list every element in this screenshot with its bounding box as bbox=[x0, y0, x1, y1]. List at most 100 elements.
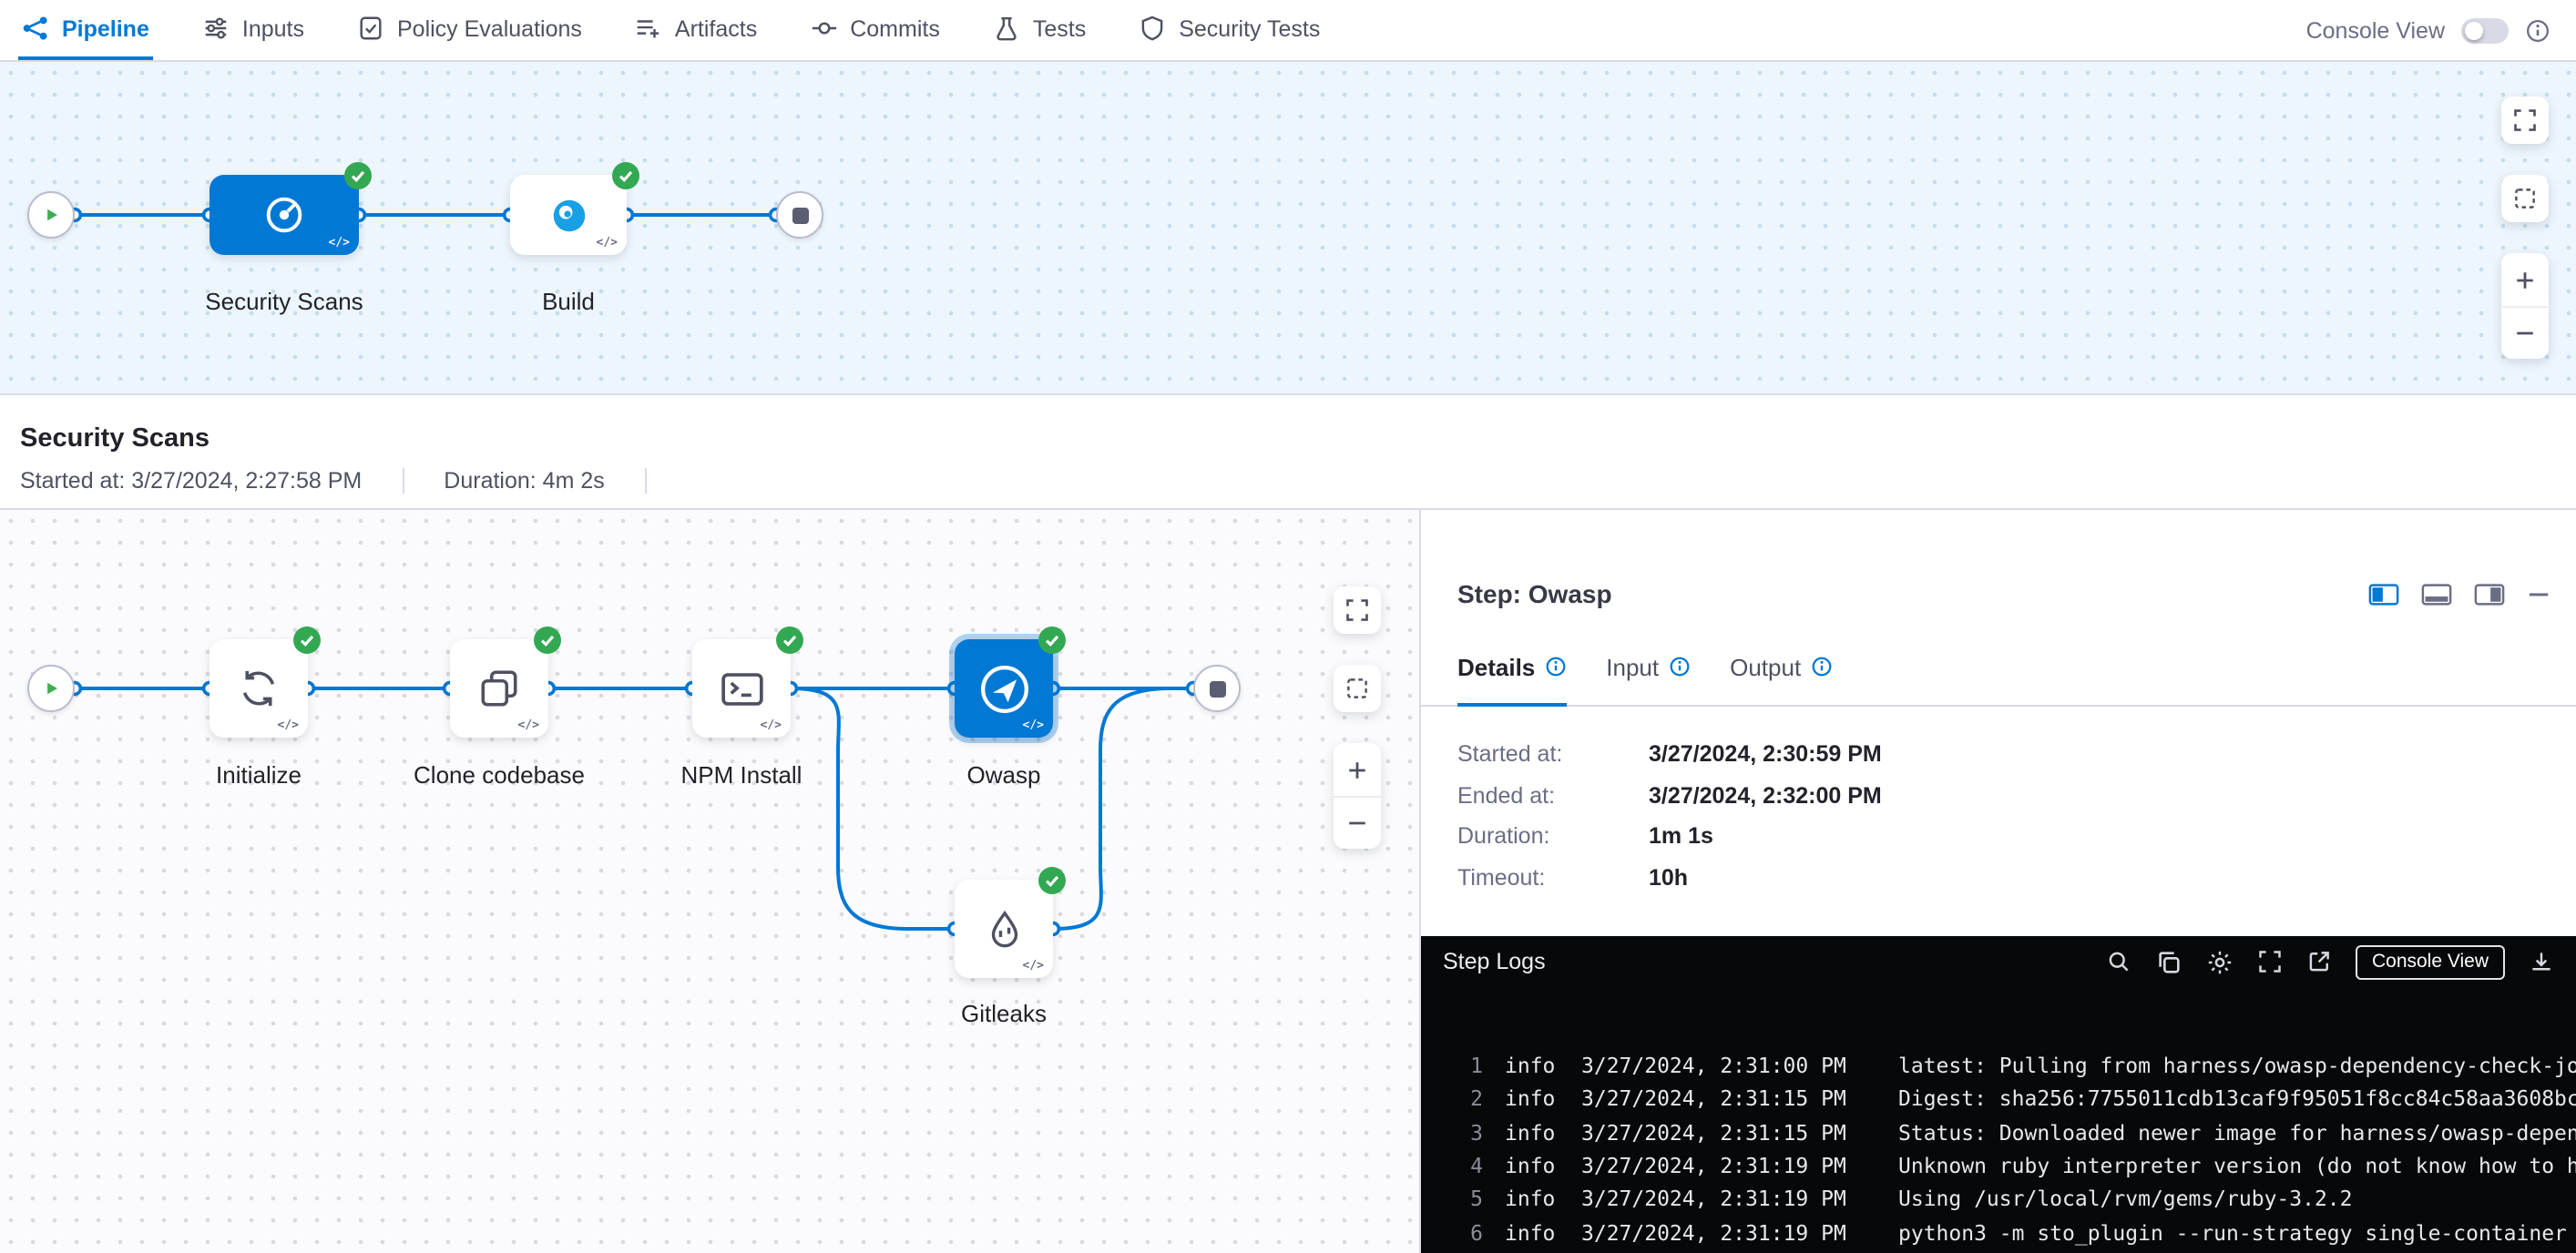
zoom-out-button[interactable] bbox=[2501, 306, 2549, 359]
log-timestamp: 3/27/2024, 2:31:19 PM bbox=[1581, 1153, 1855, 1178]
tab-details[interactable]: Details bbox=[1457, 630, 1566, 707]
external-link-icon[interactable] bbox=[2306, 949, 2332, 974]
info-icon[interactable] bbox=[2525, 17, 2550, 43]
log-line: 5 info 3/27/2024, 2:31:19 PM Using /usr/… bbox=[1421, 1182, 2576, 1216]
stop-icon bbox=[1209, 680, 1225, 697]
step-label-npm-install[interactable]: NPM Install bbox=[623, 761, 860, 789]
success-badge bbox=[534, 626, 561, 654]
step-label-initialize[interactable]: Initialize bbox=[140, 761, 377, 789]
artifacts-list-icon bbox=[635, 15, 662, 42]
field-label: Timeout: bbox=[1457, 864, 1649, 890]
tab-tests-label: Tests bbox=[1033, 15, 1086, 41]
success-badge bbox=[1038, 626, 1066, 654]
step-node-initialize[interactable]: </> bbox=[210, 639, 308, 738]
template-code-glyph: </> bbox=[597, 235, 618, 250]
step-logs-title: Step Logs bbox=[1443, 949, 1546, 974]
tab-commits[interactable]: Commits bbox=[806, 0, 944, 60]
minimize-panel-icon[interactable] bbox=[2527, 582, 2550, 606]
search-icon[interactable] bbox=[2106, 949, 2131, 974]
console-view-button[interactable]: Console View bbox=[2356, 944, 2505, 979]
step-label-gitleaks[interactable]: Gitleaks bbox=[885, 1000, 1122, 1027]
step-node-owasp[interactable]: </> bbox=[955, 639, 1053, 738]
stage-label-security-scans[interactable]: Security Scans bbox=[157, 288, 412, 315]
play-icon bbox=[38, 676, 64, 701]
step-panel-title: Step: Owasp bbox=[1457, 579, 1612, 608]
tab-output[interactable]: Output bbox=[1730, 630, 1832, 707]
stage-start-node[interactable] bbox=[27, 191, 75, 239]
step-node-gitleaks[interactable]: </> bbox=[955, 880, 1053, 978]
initialize-sync-icon bbox=[235, 665, 282, 712]
zoom-in-button[interactable] bbox=[1334, 743, 1381, 796]
step-selection-button[interactable] bbox=[1334, 665, 1381, 712]
step-details-panel: Step: Owasp Details bbox=[1421, 510, 2576, 1253]
terminal-icon bbox=[717, 664, 766, 713]
toggle-knob bbox=[2465, 21, 2483, 39]
stage-end-node[interactable] bbox=[776, 191, 823, 239]
stage-node-build[interactable]: </> bbox=[510, 175, 627, 255]
step-detail-tabs: Details Input Output bbox=[1421, 630, 2576, 707]
layout-left-panel-icon[interactable] bbox=[2368, 582, 2399, 606]
info-icon bbox=[1810, 656, 1832, 677]
fullscreen-icon[interactable] bbox=[2257, 949, 2283, 974]
tab-commits-label: Commits bbox=[850, 15, 940, 41]
tab-artifacts[interactable]: Artifacts bbox=[631, 0, 761, 60]
tab-tests[interactable]: Tests bbox=[989, 0, 1089, 60]
success-badge bbox=[293, 626, 321, 654]
step-start-node[interactable] bbox=[27, 665, 75, 712]
log-timestamp: 3/27/2024, 2:31:19 PM bbox=[1581, 1219, 1855, 1245]
tab-pipeline[interactable]: Pipeline bbox=[18, 0, 153, 60]
stage-node-security-scans[interactable]: </> bbox=[210, 175, 359, 255]
stage-connectors bbox=[0, 62, 2576, 393]
step-panel-header: Step: Owasp bbox=[1421, 557, 2576, 630]
field-row: Timeout: 10h bbox=[1457, 864, 2540, 890]
tab-security-tests-label: Security Tests bbox=[1179, 15, 1320, 41]
step-label-owasp[interactable]: Owasp bbox=[885, 761, 1122, 789]
stage-label-build[interactable]: Build bbox=[441, 288, 696, 315]
step-label-clone-codebase[interactable]: Clone codebase bbox=[381, 761, 618, 789]
log-line: 6 info 3/27/2024, 2:31:19 PM python3 -m … bbox=[1421, 1216, 2576, 1249]
tab-inputs[interactable]: Inputs bbox=[199, 0, 308, 60]
field-row: Duration: 1m 1s bbox=[1457, 823, 2540, 849]
field-value: 10h bbox=[1649, 864, 1688, 890]
zoom-out-button[interactable] bbox=[1334, 796, 1381, 849]
tab-details-label: Details bbox=[1457, 653, 1535, 680]
gear-icon[interactable] bbox=[2206, 948, 2234, 975]
layout-bottom-panel-icon[interactable] bbox=[2421, 582, 2452, 606]
log-message: Using /usr/local/rvm/gems/ruby-3.2.2 bbox=[1898, 1187, 2353, 1212]
console-view-label: Console View bbox=[2306, 17, 2445, 43]
stage-fullscreen-button[interactable] bbox=[2501, 97, 2549, 144]
field-value: 3/27/2024, 2:30:59 PM bbox=[1649, 741, 1882, 767]
download-icon[interactable] bbox=[2529, 949, 2554, 974]
stage-selection-button[interactable] bbox=[2501, 175, 2549, 222]
nav-tabs: Pipeline Inputs Policy Evaluations Artif… bbox=[18, 0, 1324, 60]
tab-policy-evaluations[interactable]: Policy Evaluations bbox=[353, 0, 586, 60]
step-logs-toolbar: Console View bbox=[2106, 944, 2554, 979]
step-fullscreen-button[interactable] bbox=[1334, 586, 1381, 634]
log-message: Unknown ruby interpreter version (do not… bbox=[1898, 1153, 2576, 1178]
success-badge bbox=[1038, 867, 1066, 894]
zoom-in-button[interactable] bbox=[2501, 253, 2549, 306]
policy-check-icon bbox=[357, 15, 384, 42]
success-badge bbox=[612, 162, 639, 189]
pipeline-execution-page: Pipeline Inputs Policy Evaluations Artif… bbox=[0, 0, 2576, 1253]
stage-zoom-controls bbox=[2501, 253, 2549, 359]
log-body: 1 info 3/27/2024, 2:31:00 PM latest: Pul… bbox=[1421, 987, 2576, 1249]
step-node-npm-install[interactable]: </> bbox=[692, 639, 791, 738]
step-node-clone-codebase[interactable]: </> bbox=[450, 639, 548, 738]
flask-icon bbox=[993, 15, 1020, 42]
tab-input[interactable]: Input bbox=[1606, 630, 1690, 707]
tab-security-tests[interactable]: Security Tests bbox=[1135, 0, 1324, 60]
log-level: info bbox=[1505, 1119, 1559, 1145]
field-row: Started at: 3/27/2024, 2:30:59 PM bbox=[1457, 741, 2540, 767]
layout-right-panel-icon[interactable] bbox=[2474, 582, 2505, 606]
build-stage-icon bbox=[547, 194, 589, 236]
copy-icon[interactable] bbox=[2155, 948, 2182, 975]
log-timestamp: 3/27/2024, 2:31:15 PM bbox=[1581, 1086, 1855, 1112]
console-view-toggle[interactable] bbox=[2461, 17, 2509, 43]
panel-layout-controls bbox=[2368, 582, 2550, 606]
step-end-node[interactable] bbox=[1193, 665, 1241, 712]
field-value: 3/27/2024, 2:32:00 PM bbox=[1649, 782, 1882, 808]
stage-summary-band: Security Scans Started at: 3/27/2024, 2:… bbox=[0, 393, 2576, 510]
play-icon bbox=[38, 202, 64, 228]
tab-input-label: Input bbox=[1606, 653, 1659, 680]
